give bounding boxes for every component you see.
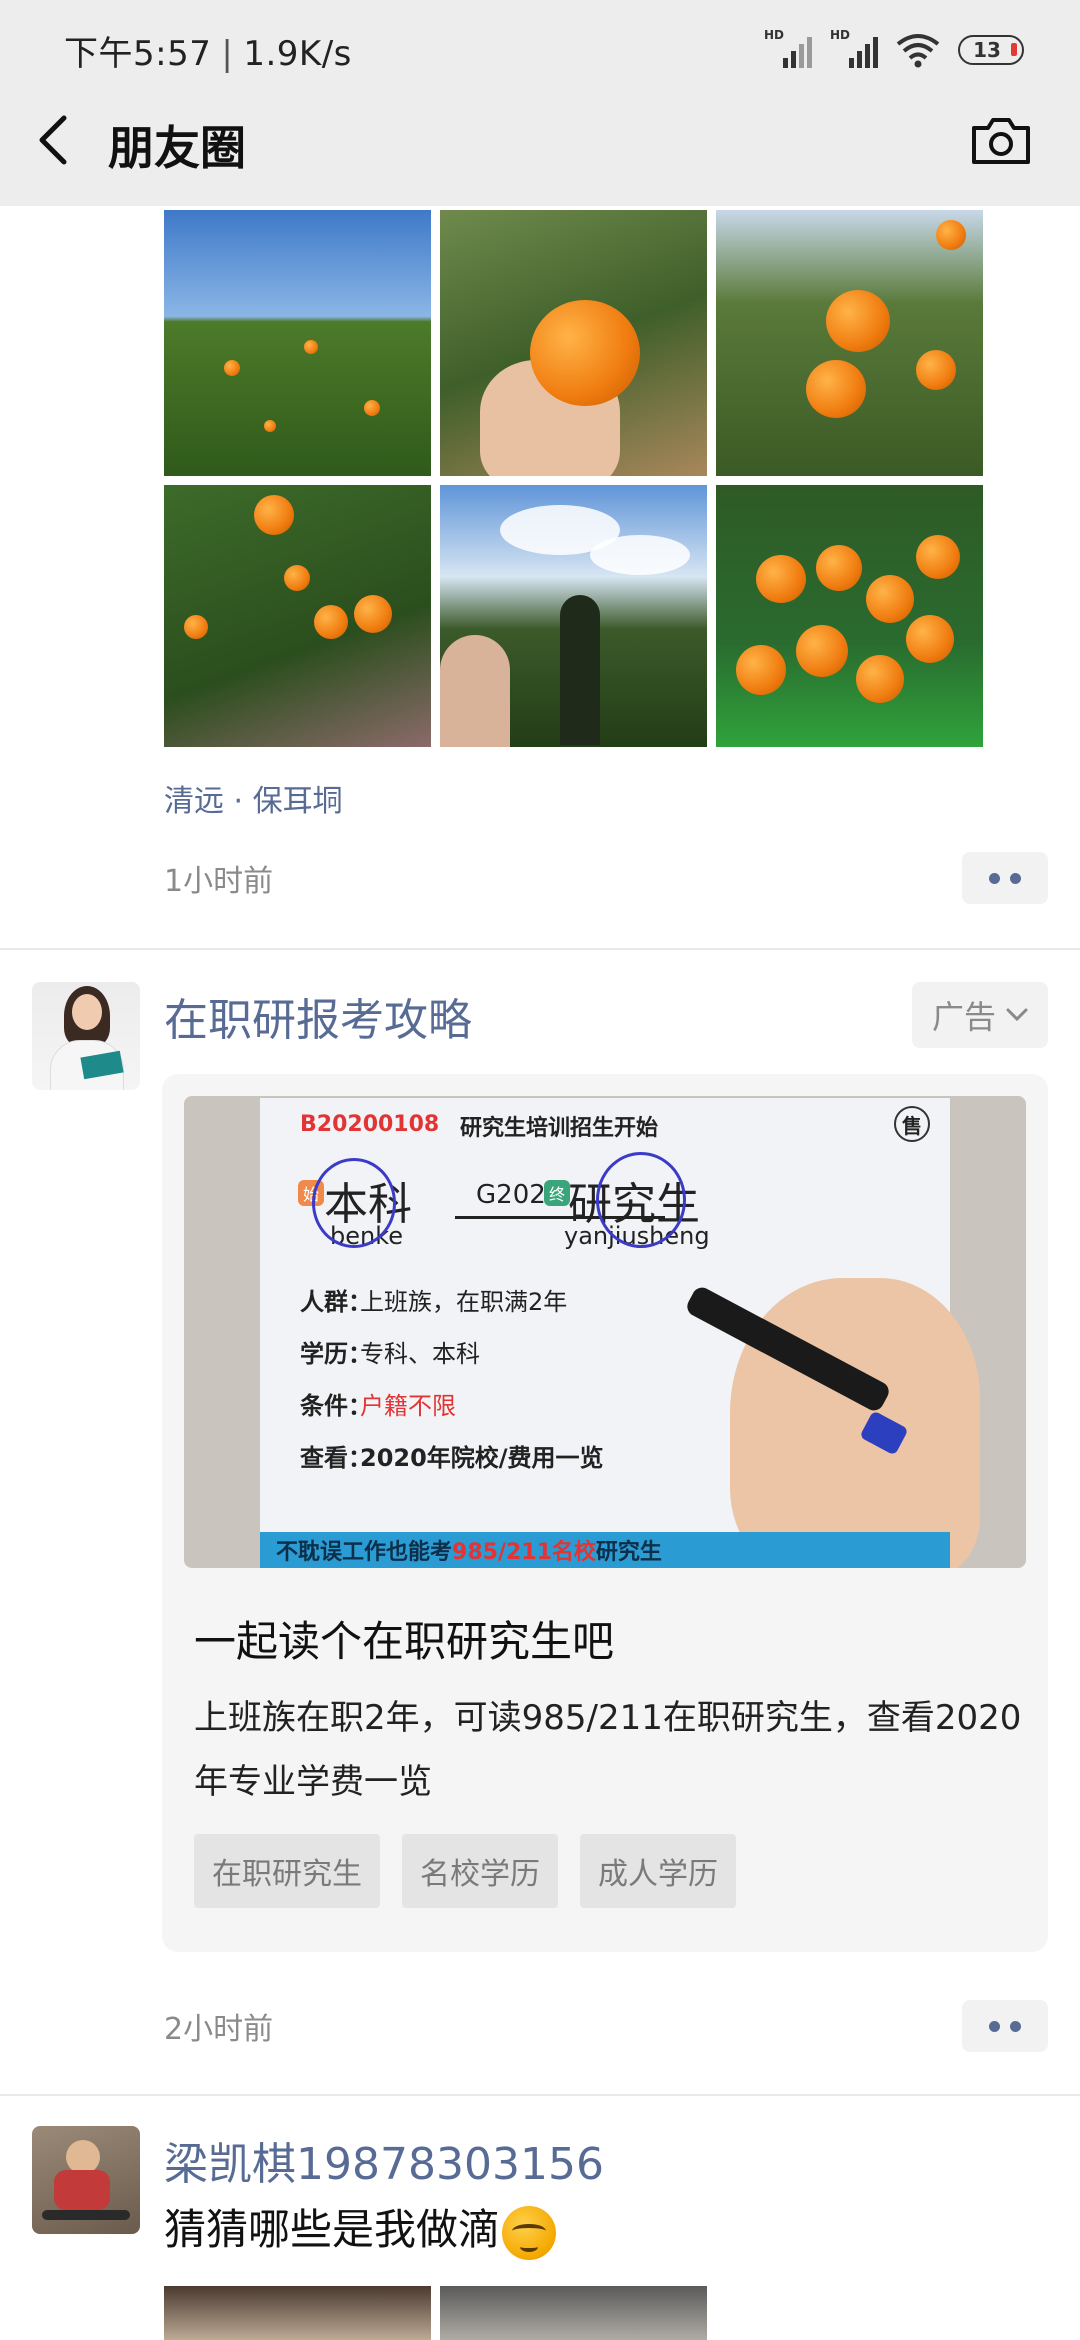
ad-image-headline: 研究生培训招生开始 bbox=[460, 1116, 659, 1141]
user-name[interactable]: 梁凯棋19878303156 bbox=[164, 2128, 604, 2192]
avatar-user[interactable] bbox=[32, 2126, 140, 2234]
ad-image-paper: B20200108 研究生培训招生开始 售 始 本科 benke G2020 终… bbox=[260, 1098, 980, 1568]
wifi-icon bbox=[896, 34, 940, 68]
status-icons: HD HD 13 bbox=[764, 28, 1024, 70]
avatar[interactable] bbox=[32, 982, 140, 1090]
ad-tag-1[interactable]: 在职研究生 bbox=[194, 1834, 380, 1908]
ad-description: 上班族在职2年，可读985/211在职研究生，查看2020年专业学费一览 bbox=[194, 1698, 1022, 1802]
post-text: 猜猜哪些是我做滴 bbox=[164, 2196, 557, 2260]
ad-card[interactable]: B20200108 研究生培训招生开始 售 始 本科 benke G2020 终… bbox=[162, 1074, 1048, 1952]
ad-image-circle-right bbox=[596, 1152, 686, 1248]
page-title: 朋友圈 bbox=[108, 121, 246, 175]
ad-image-banner: 不耽误工作也能考 985/211名校 研究生 bbox=[260, 1532, 950, 1568]
post-location-link[interactable]: 清远 · 保耳垌 bbox=[164, 776, 343, 820]
ad-image-banner-c: 研究生 bbox=[595, 1540, 662, 1565]
ad-tags: 在职研究生 名校学历 成人学历 bbox=[194, 1834, 736, 1908]
ad-image-banner-a: 不耽误工作也能考 bbox=[276, 1540, 453, 1565]
ad-image-row4-value: 2020年院校/费用一览 bbox=[360, 1444, 604, 1472]
ad-image-sold: 售 bbox=[894, 1106, 930, 1142]
ad-image-end-badge: 终 bbox=[544, 1180, 570, 1206]
ad-label-button[interactable]: 广告 bbox=[912, 982, 1048, 1048]
post-text-content: 猜猜哪些是我做滴 bbox=[164, 2205, 501, 2254]
smirk-emoji-icon bbox=[502, 2205, 557, 2260]
post-time: 1小时前 bbox=[164, 864, 274, 899]
status-time: 下午5:57 bbox=[64, 34, 212, 74]
ad-image-code: B20200108 bbox=[300, 1112, 440, 1137]
photo-orange-tree[interactable] bbox=[164, 210, 431, 476]
photo-orange-bush[interactable] bbox=[164, 485, 431, 747]
photo-orange-in-hand[interactable] bbox=[440, 210, 707, 476]
ad-post-time: 2小时前 bbox=[164, 2012, 274, 2047]
photo-food-2[interactable] bbox=[440, 2286, 707, 2340]
photo-food-1[interactable] bbox=[164, 2286, 431, 2340]
signal-hd-icon-1: HD bbox=[764, 28, 812, 68]
signal-hd-icon-2: HD bbox=[830, 28, 878, 68]
photo-orange-branch[interactable] bbox=[716, 210, 983, 476]
ad-account-name[interactable]: 在职研报考攻略 bbox=[164, 984, 472, 1048]
ad-image-circle-left bbox=[312, 1158, 396, 1248]
ad-image-row1-value: 上班族，在职满2年 bbox=[360, 1288, 568, 1316]
status-separator: | bbox=[221, 34, 234, 74]
camera-icon[interactable] bbox=[970, 114, 1032, 166]
post-divider-2 bbox=[0, 2094, 1080, 2096]
ad-image-row3-value: 户籍不限 bbox=[360, 1392, 456, 1420]
ad-image[interactable]: B20200108 研究生培训招生开始 售 始 本科 benke G2020 终… bbox=[184, 1096, 1026, 1568]
battery-level: 13 bbox=[973, 38, 1001, 62]
ad-image-banner-b: 985/211名校 bbox=[452, 1540, 596, 1565]
photo-orchard-people[interactable] bbox=[440, 485, 707, 747]
status-bar: 下午5:57 | 1.9K/s bbox=[64, 26, 352, 75]
back-arrow-icon[interactable] bbox=[34, 112, 74, 168]
post-divider bbox=[0, 948, 1080, 950]
more-options-button[interactable] bbox=[962, 852, 1048, 904]
ad-image-row2-value: 专科、本科 bbox=[360, 1340, 480, 1368]
battery-icon: 13 bbox=[958, 35, 1024, 65]
ad-label: 广告 bbox=[931, 998, 996, 1036]
top-bar: 下午5:57 | 1.9K/s HD HD 13 朋友圈 bbox=[0, 0, 1080, 206]
chevron-down-icon bbox=[1006, 1008, 1028, 1022]
ad-tag-2[interactable]: 名校学历 bbox=[402, 1834, 558, 1908]
ad-tag-3[interactable]: 成人学历 bbox=[580, 1834, 736, 1908]
ad-title[interactable]: 一起读个在职研究生吧 bbox=[194, 1608, 614, 1669]
ad-more-options-button[interactable] bbox=[962, 2000, 1048, 2052]
network-speed: 1.9K/s bbox=[243, 34, 352, 74]
photo-basket-oranges[interactable] bbox=[716, 485, 983, 747]
